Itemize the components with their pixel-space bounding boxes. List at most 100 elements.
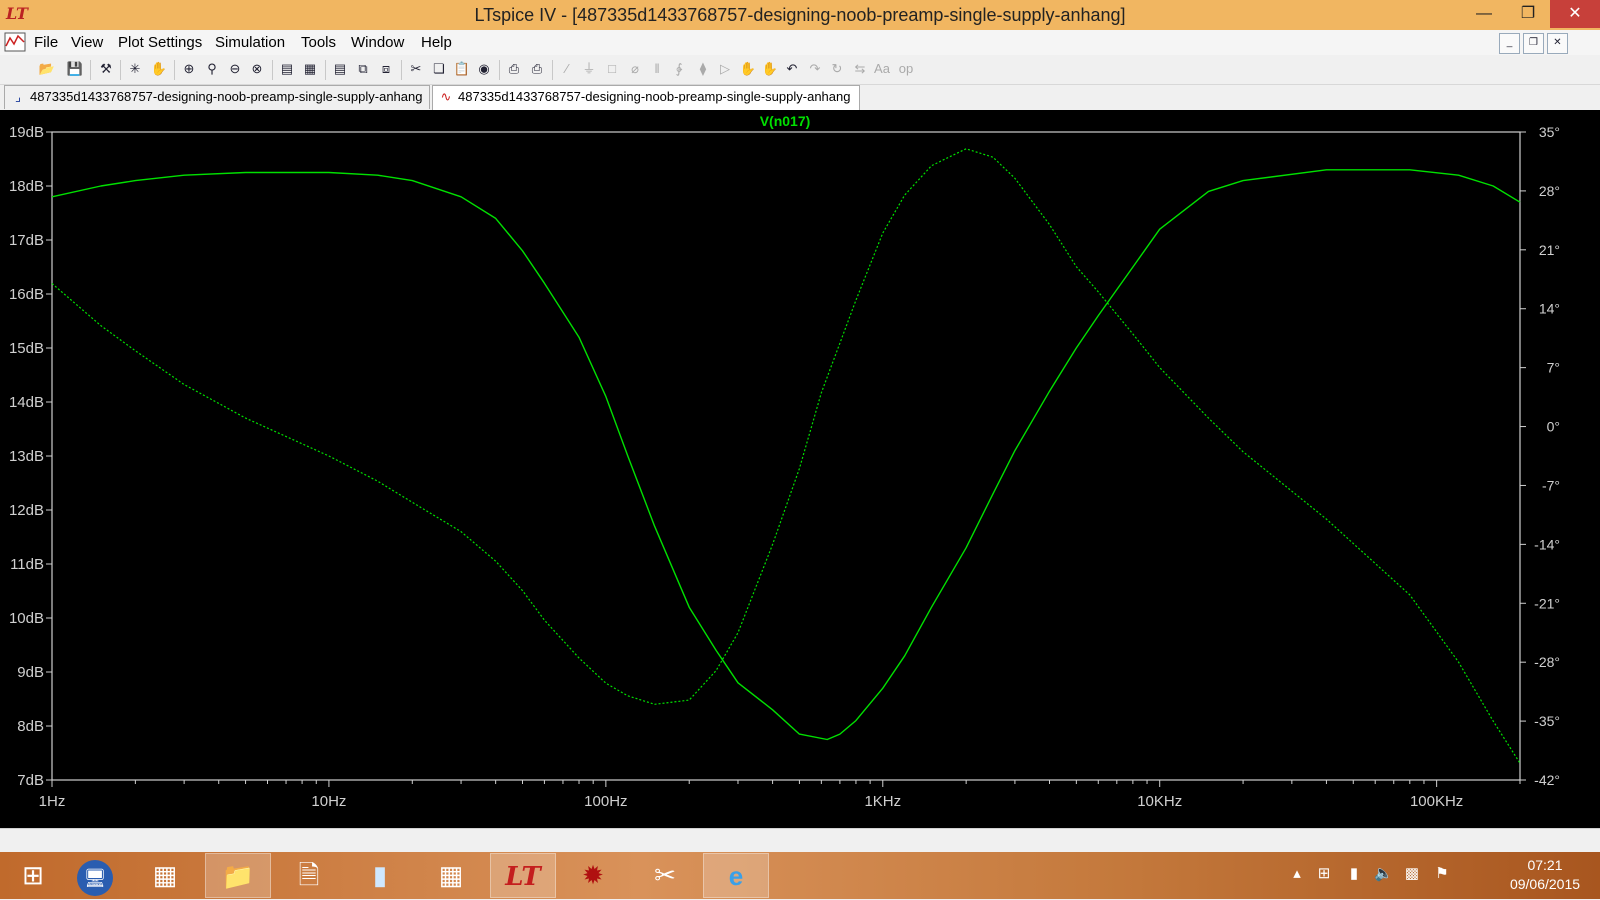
blank-document-icon[interactable]: 🗎 bbox=[276, 853, 342, 898]
ltspice-icon[interactable]: LT bbox=[490, 853, 556, 898]
label-net-icon[interactable]: □ bbox=[603, 60, 621, 78]
zoom-out-icon[interactable]: ⊖ bbox=[226, 60, 244, 78]
left-axis-tick-label: 19dB bbox=[9, 124, 44, 141]
toolbar-separator bbox=[325, 60, 326, 80]
remote-desktop-icon[interactable]: 🖥 bbox=[62, 853, 128, 898]
run-simulation-icon[interactable]: ✳ bbox=[126, 60, 144, 78]
child-minimize-button[interactable]: _ bbox=[1499, 33, 1520, 54]
menu-window[interactable]: Window bbox=[351, 34, 404, 51]
menu-view[interactable]: View bbox=[71, 34, 103, 51]
tab-label: 487335d1433768757-designing-noob-preamp-… bbox=[458, 89, 851, 104]
right-axis-tick-label: -21° bbox=[1534, 595, 1560, 611]
child-close-button[interactable]: ✕ bbox=[1547, 33, 1568, 54]
right-axis-tick-label: 0° bbox=[1547, 419, 1560, 435]
right-axis-tick-label: -7° bbox=[1542, 477, 1560, 493]
tab-label: 487335d1433768757-designing-noob-preamp-… bbox=[30, 89, 423, 104]
grid-toggle-icon[interactable]: ▦ bbox=[301, 60, 319, 78]
tab-schematic[interactable]: ⌟ 487335d1433768757-designing-noob-preamp… bbox=[4, 85, 430, 109]
diode-icon[interactable]: ⧫ bbox=[694, 60, 712, 78]
menu-plot-settings[interactable]: Plot Settings bbox=[118, 34, 202, 51]
show-hidden-icons-icon[interactable]: ▴ bbox=[1288, 865, 1306, 883]
menu-simulation[interactable]: Simulation bbox=[215, 34, 285, 51]
zoom-in-icon[interactable]: ⊕ bbox=[180, 60, 198, 78]
windows-flag-icon[interactable]: ⊞ bbox=[1315, 865, 1333, 883]
capacitor-icon[interactable]: ‖ bbox=[648, 60, 666, 78]
toolbar: 📂 💾 ⚒ ✳ ✋ ⊕ ⚲ ⊖ ⊗ ▤ ▦ ▤ ⧉ ⧈ ✂ ❏ 📋 ◉ ⎙ ⎙ … bbox=[0, 55, 1600, 85]
left-axis-tick-label: 13dB bbox=[9, 448, 44, 465]
toolbar-separator bbox=[174, 60, 175, 80]
right-axis-tick-label: -28° bbox=[1534, 654, 1560, 670]
waveform-plot[interactable]: V(n017) 19dB 18dB 17dB 16dB 15dB 14dB 13dB 12dB… bbox=[0, 110, 1600, 828]
menu-file[interactable]: File bbox=[34, 34, 58, 51]
inductor-icon[interactable]: ∳ bbox=[670, 60, 688, 78]
mirror-icon[interactable]: ⇆ bbox=[851, 60, 869, 78]
spice-directive-icon[interactable]: op bbox=[897, 60, 915, 78]
find-binoculars-icon[interactable]: ◉ bbox=[475, 60, 493, 78]
left-axis-tick-label: 11dB bbox=[10, 556, 44, 573]
resistor-icon[interactable]: ⌀ bbox=[626, 60, 644, 78]
trace-label[interactable]: V(n017) bbox=[760, 113, 811, 129]
close-button[interactable]: ✕ bbox=[1550, 0, 1600, 28]
cut-icon[interactable]: ✂ bbox=[407, 60, 425, 78]
pan-hand-icon[interactable]: ✋ bbox=[150, 60, 168, 78]
clock-time[interactable]: 07:21 bbox=[1500, 857, 1590, 873]
start-windows-icon[interactable]: ⊞ bbox=[0, 853, 66, 898]
open-folder-icon[interactable]: 📂 bbox=[38, 60, 56, 78]
undo-icon[interactable]: ↶ bbox=[783, 60, 801, 78]
toolbar-separator bbox=[552, 60, 553, 80]
calculator-icon[interactable]: ▦ bbox=[418, 853, 484, 898]
save-icon[interactable]: 💾 bbox=[66, 60, 84, 78]
draw-wire-icon[interactable]: ∕ bbox=[558, 60, 576, 78]
menu-tools[interactable]: Tools bbox=[301, 34, 336, 51]
tab-bar: ⌟ 487335d1433768757-designing-noob-preamp… bbox=[0, 85, 1600, 111]
volume-icon[interactable]: 🔈 bbox=[1374, 865, 1393, 883]
action-center-flag-icon[interactable]: ⚑ bbox=[1433, 865, 1451, 883]
paste-icon[interactable]: 📋 bbox=[453, 60, 471, 78]
zoom-fit-icon[interactable]: ⊗ bbox=[248, 60, 266, 78]
minimize-button[interactable]: — bbox=[1462, 0, 1506, 28]
child-restore-button[interactable]: ❐ bbox=[1523, 33, 1544, 54]
left-axis-tick-label: 12dB bbox=[9, 502, 44, 519]
tile-vertical-icon[interactable]: ⧈ bbox=[377, 60, 395, 78]
battery-icon[interactable]: ▮ bbox=[1345, 865, 1363, 883]
rotate-icon[interactable]: ↻ bbox=[828, 60, 846, 78]
right-axis-tick-label: -14° bbox=[1534, 536, 1560, 552]
firewall-icon[interactable]: ▦ bbox=[132, 853, 198, 898]
zoom-area-icon[interactable]: ⚲ bbox=[203, 60, 221, 78]
internet-explorer-icon[interactable]: e bbox=[703, 853, 769, 898]
ground-icon[interactable]: ⏚ bbox=[580, 60, 598, 78]
move-hand-icon[interactable]: ✋ bbox=[739, 60, 757, 78]
ltspice-logo-icon[interactable]: LT bbox=[6, 4, 28, 24]
tile-horizontal-icon[interactable]: ▤ bbox=[331, 60, 349, 78]
snipping-tool-icon[interactable]: ✂ bbox=[632, 853, 698, 898]
x-axis-tick-label: 100Hz bbox=[584, 793, 627, 810]
print-icon[interactable]: ⎙ bbox=[528, 60, 546, 78]
maximize-button[interactable]: ❐ bbox=[1506, 0, 1550, 28]
print-preview-icon[interactable]: ⎙ bbox=[505, 60, 523, 78]
right-axis-tick-label: 28° bbox=[1539, 183, 1560, 199]
waveform-icon: ∿ bbox=[440, 89, 452, 104]
text-icon[interactable]: Aa bbox=[873, 60, 891, 78]
network-signal-icon[interactable]: ▩ bbox=[1403, 865, 1421, 883]
toolbar-separator bbox=[401, 60, 402, 80]
notepad-editor-icon[interactable]: ▮ bbox=[347, 853, 413, 898]
control-panel-hammer-icon[interactable]: ⚒ bbox=[97, 60, 115, 78]
cascade-windows-icon[interactable]: ⧉ bbox=[354, 60, 372, 78]
menu-help[interactable]: Help bbox=[421, 34, 452, 51]
clock-date[interactable]: 09/06/2015 bbox=[1500, 876, 1590, 892]
left-axis-tick-label: 16dB bbox=[9, 286, 44, 303]
copy-icon[interactable]: ❏ bbox=[430, 60, 448, 78]
toolbar-separator bbox=[120, 60, 121, 80]
waveform-window-icon[interactable] bbox=[4, 32, 26, 52]
component-icon[interactable]: ▷ bbox=[716, 60, 734, 78]
drag-hand-icon[interactable]: ✋ bbox=[761, 60, 779, 78]
paint-splat-icon[interactable]: ✹ bbox=[560, 853, 626, 898]
redo-icon[interactable]: ↷ bbox=[806, 60, 824, 78]
x-axis-tick-label: 10Hz bbox=[311, 793, 346, 810]
x-axis-tick-label: 100KHz bbox=[1410, 793, 1463, 810]
status-bar bbox=[0, 828, 1600, 853]
autorange-icon[interactable]: ▤ bbox=[278, 60, 296, 78]
file-explorer-icon[interactable]: 📁 bbox=[205, 853, 271, 898]
right-axis-tick-label: -42° bbox=[1534, 772, 1560, 788]
tab-waveform[interactable]: ∿ 487335d1433768757-designing-noob-preamp… bbox=[432, 85, 860, 111]
